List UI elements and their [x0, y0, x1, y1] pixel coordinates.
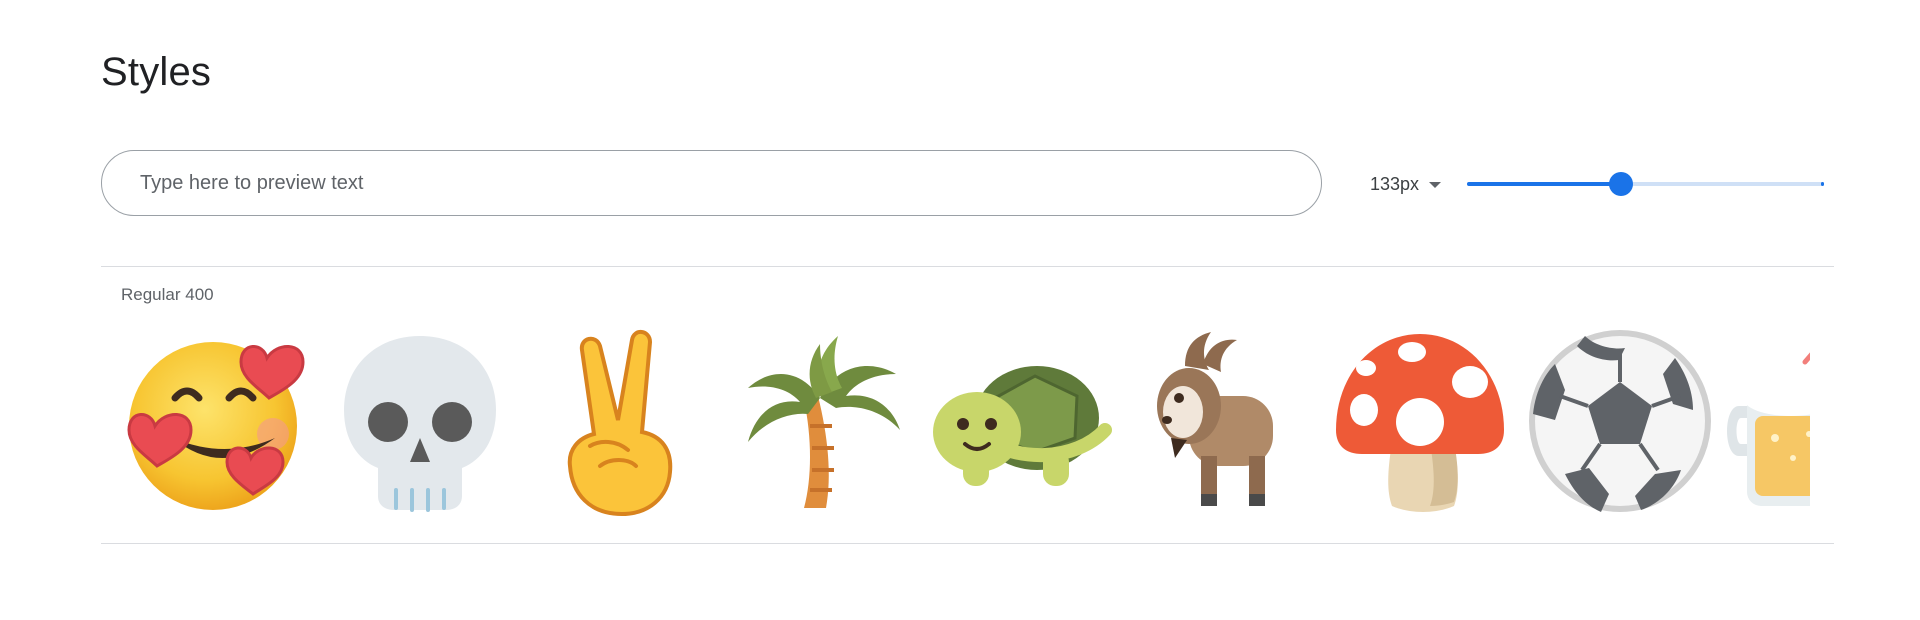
page-title: Styles: [101, 50, 212, 94]
turtle-icon: [920, 326, 1120, 516]
chevron-down-icon: [1429, 182, 1442, 188]
slider-end-tick: [1821, 182, 1824, 186]
mushroom-icon: [1320, 326, 1520, 516]
slider-fill: [1467, 182, 1621, 186]
font-size-slider[interactable]: [1467, 172, 1824, 196]
style-label: Regular 400: [121, 285, 214, 304]
fonts-styles-page: Styles 133px Regular 400: [0, 0, 1920, 620]
soccer-ball-icon: [1520, 326, 1720, 516]
slider-thumb[interactable]: [1608, 172, 1633, 196]
divider-top: [101, 266, 1834, 267]
goat-icon: [1120, 326, 1320, 516]
beer-mug-icon: [1720, 326, 1810, 516]
font-size-value: 133px: [1370, 173, 1420, 194]
palm-tree-icon: [720, 326, 920, 516]
victory-hand-icon: [520, 326, 720, 516]
smiling-face-with-hearts-icon: [120, 326, 320, 516]
skull-icon: [320, 326, 520, 516]
glyph-preview-row: [120, 326, 1810, 516]
font-size-select[interactable]: 133px: [1370, 168, 1442, 200]
divider-bottom: [101, 543, 1834, 544]
preview-text-input[interactable]: [101, 150, 1322, 216]
